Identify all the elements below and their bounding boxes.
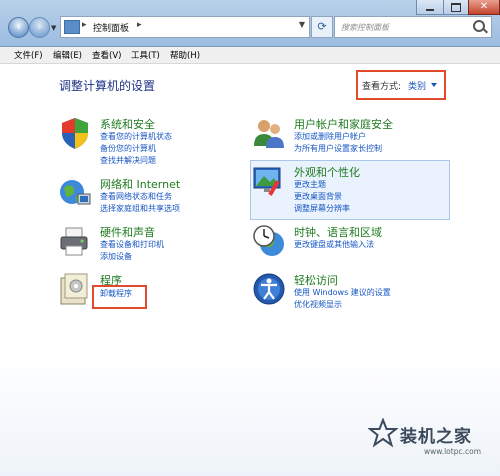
close-button[interactable]: ✕ xyxy=(468,0,500,15)
watermark-name: 装机之家 xyxy=(400,427,472,447)
link-devices-printers[interactable]: 查看设备和打印机 xyxy=(100,239,164,250)
category-title[interactable]: 轻松访问 xyxy=(294,272,338,288)
watermark: 装机之家 www.lotpc.com xyxy=(366,414,500,476)
category-clock-language: 时钟、语言和区域 更改键盘或其他输入法 xyxy=(252,224,452,264)
chevron-down-icon[interactable]: ▼ xyxy=(299,20,305,29)
category-programs: 程序 卸载程序 xyxy=(58,272,238,312)
menu-help[interactable]: 帮助(H) xyxy=(170,49,200,61)
link-network-status[interactable]: 查看网络状态和任务 xyxy=(100,191,172,202)
category-hardware-sound: 硬件和声音 查看设备和打印机 添加设备 xyxy=(58,224,238,264)
menu-tools[interactable]: 工具(T) xyxy=(131,49,160,61)
menu-bar: 文件(F) 编辑(E) 查看(V) 工具(T) 帮助(H) xyxy=(0,47,500,64)
category-system-security: 系统和安全 查看您的计算机状态 备份您的计算机 查找并解决问题 xyxy=(58,116,238,168)
back-button[interactable]: ‹ xyxy=(8,17,29,38)
category-title[interactable]: 用户帐户和家庭安全 xyxy=(294,116,393,132)
page-title: 调整计算机的设置 xyxy=(59,79,156,93)
category-user-accounts: 用户帐户和家庭安全 添加或删除用户帐户 为所有用户设置家长控制 xyxy=(252,116,452,156)
view-by-label: 查看方式: xyxy=(362,82,402,92)
menu-file[interactable]: 文件(F) xyxy=(14,49,43,61)
watermark-url: www.lotpc.com xyxy=(424,447,481,456)
search-input[interactable]: 搜索控制面板 xyxy=(334,16,492,38)
minimize-button[interactable] xyxy=(416,0,444,15)
link-add-remove-users[interactable]: 添加或删除用户帐户 xyxy=(294,131,366,142)
search-placeholder: 搜索控制面板 xyxy=(341,23,389,32)
category-title[interactable]: 网络和 Internet xyxy=(100,176,180,192)
view-by-dropdown[interactable]: 类别 xyxy=(408,79,426,92)
control-panel-window: ✕ ‹ › ▼ ▸ 控制面板 ▸ ▼ ⟳ 搜索控制面板 文件(F) 编辑(E) … xyxy=(0,0,500,476)
monitor-personalize-icon[interactable] xyxy=(252,164,286,198)
category-title[interactable]: 外观和个性化 xyxy=(294,164,360,180)
link-change-theme[interactable]: 更改主题 xyxy=(294,179,326,190)
category-title[interactable]: 硬件和声音 xyxy=(100,224,155,240)
control-panel-icon xyxy=(64,20,80,34)
uninstall-highlight xyxy=(92,285,147,309)
chevron-right-icon[interactable]: ▸ xyxy=(137,20,142,30)
link-change-input-method[interactable]: 更改键盘或其他输入法 xyxy=(294,239,374,250)
category-ease-of-access: 轻松访问 使用 Windows 建议的设置 优化视频显示 xyxy=(252,272,452,312)
refresh-button[interactable]: ⟳ xyxy=(311,16,333,38)
link-screen-resolution[interactable]: 调整屏幕分辨率 xyxy=(294,203,350,214)
link-view-computer-status[interactable]: 查看您的计算机状态 xyxy=(100,131,172,142)
search-icon[interactable] xyxy=(473,20,485,32)
title-bar: ✕ ‹ › ▼ ▸ 控制面板 ▸ ▼ ⟳ 搜索控制面板 xyxy=(0,0,500,47)
history-dropdown-icon[interactable]: ▼ xyxy=(51,24,56,32)
link-homegroup-sharing[interactable]: 选择家庭组和共享选项 xyxy=(100,203,180,214)
star-logo-icon xyxy=(368,418,398,448)
category-appearance: 外观和个性化 更改主题 更改桌面背景 调整屏幕分辨率 xyxy=(252,164,448,216)
programs-box-icon[interactable] xyxy=(58,272,92,306)
link-optimize-video-display[interactable]: 优化视频显示 xyxy=(294,299,342,310)
printer-icon[interactable] xyxy=(58,224,92,258)
ease-of-access-icon[interactable] xyxy=(252,272,286,306)
link-backup-computer[interactable]: 备份您的计算机 xyxy=(100,143,156,154)
link-windows-recommended-settings[interactable]: 使用 Windows 建议的设置 xyxy=(294,287,391,298)
forward-button[interactable]: › xyxy=(29,17,50,38)
link-change-desktop-background[interactable]: 更改桌面背景 xyxy=(294,191,342,202)
link-add-device[interactable]: 添加设备 xyxy=(100,251,132,262)
shield-icon[interactable] xyxy=(58,116,92,150)
menu-edit[interactable]: 编辑(E) xyxy=(53,49,82,61)
category-title[interactable]: 系统和安全 xyxy=(100,116,155,132)
link-troubleshoot[interactable]: 查找并解决问题 xyxy=(100,155,156,166)
view-by-highlight: 查看方式: 类别 xyxy=(356,70,446,100)
maximize-button[interactable] xyxy=(443,0,469,15)
chevron-right-icon[interactable]: ▸ xyxy=(82,20,87,30)
category-network-internet: 网络和 Internet 查看网络状态和任务 选择家庭组和共享选项 xyxy=(58,176,238,216)
breadcrumb-control-panel[interactable]: 控制面板 xyxy=(93,21,129,34)
chevron-down-icon[interactable] xyxy=(431,83,437,87)
users-icon[interactable] xyxy=(252,116,286,150)
menu-view[interactable]: 查看(V) xyxy=(92,49,121,61)
clock-globe-icon[interactable] xyxy=(252,224,286,258)
link-parental-controls[interactable]: 为所有用户设置家长控制 xyxy=(294,143,382,154)
address-bar[interactable]: ▸ 控制面板 ▸ ▼ xyxy=(60,16,310,38)
network-globe-icon[interactable] xyxy=(58,176,92,210)
category-title[interactable]: 时钟、语言和区域 xyxy=(294,224,382,240)
